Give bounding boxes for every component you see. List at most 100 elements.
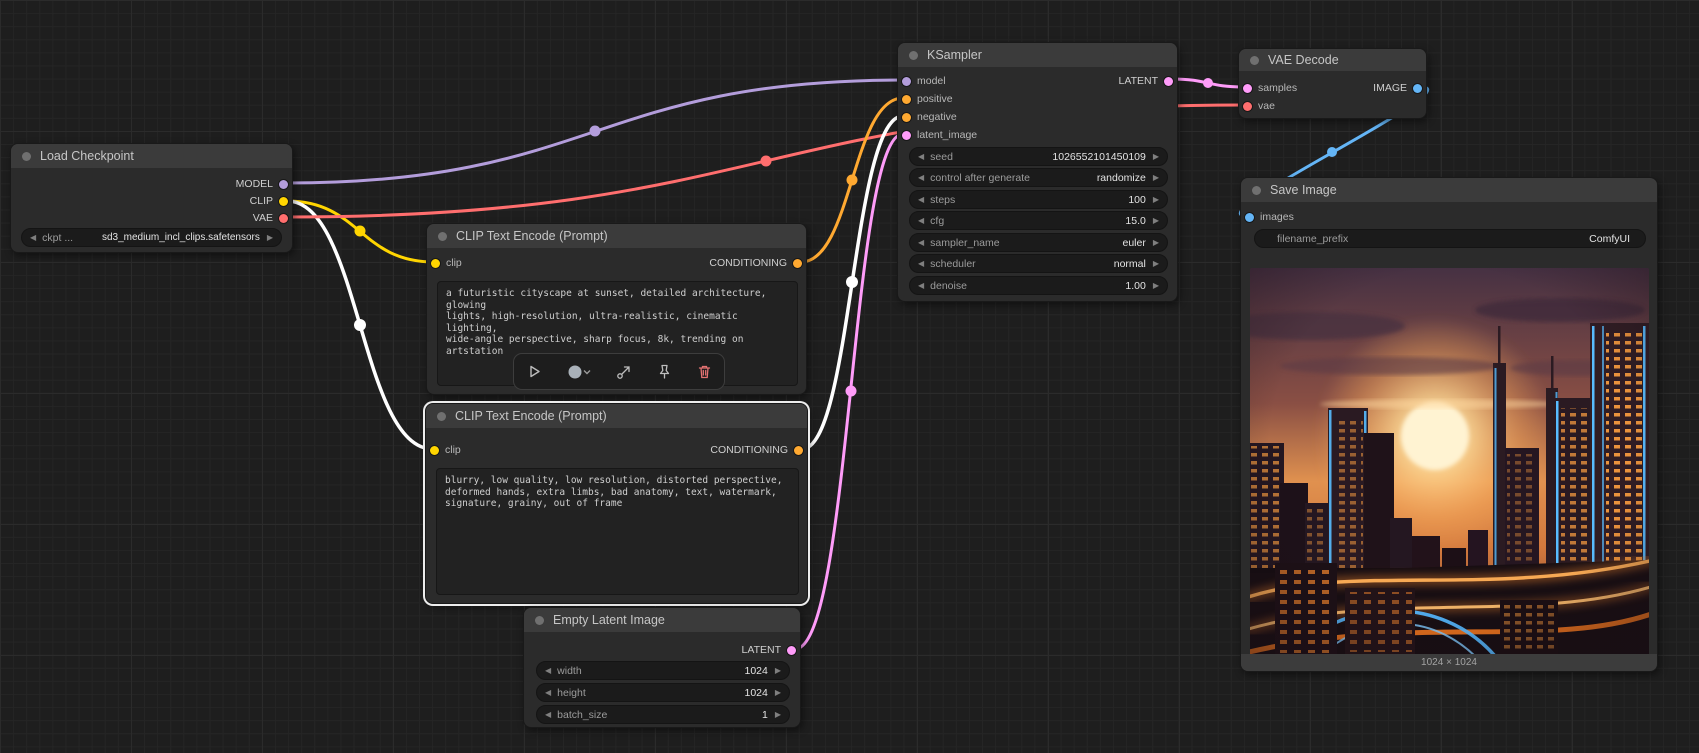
link-dot-image[interactable] <box>1327 147 1337 157</box>
clip-port-dot[interactable] <box>431 258 440 268</box>
link-dot-clip-positive[interactable] <box>354 225 366 237</box>
increment-arrow-icon[interactable] <box>775 689 781 697</box>
collapse-dot-icon[interactable] <box>1252 185 1261 195</box>
input-clip[interactable]: clip <box>431 257 462 269</box>
collapse-dot-icon[interactable] <box>909 50 918 60</box>
decrement-arrow-icon[interactable] <box>918 153 924 161</box>
batch-size-widget[interactable]: batch_size 1 <box>536 705 790 724</box>
link-dot-conditioning-positive[interactable] <box>846 174 858 186</box>
conditioning-port-dot[interactable] <box>902 112 911 122</box>
output-conditioning[interactable]: CONDITIONING <box>709 257 802 269</box>
pin-node-button[interactable] <box>657 364 672 380</box>
input-vae[interactable]: vae <box>1243 100 1275 112</box>
input-clip[interactable]: clip <box>430 444 461 456</box>
node-header[interactable]: CLIP Text Encode (Prompt) <box>426 404 807 428</box>
negative-prompt-textarea[interactable]: blurry, low quality, low resolution, dis… <box>436 468 799 595</box>
latent-port-dot[interactable] <box>787 645 796 655</box>
node-clip-text-encode-negative[interactable]: CLIP Text Encode (Prompt) clip CONDITION… <box>425 403 808 604</box>
node-load-checkpoint[interactable]: Load Checkpoint MODEL CLIP VAE ckpt ... … <box>10 143 293 253</box>
conditioning-port-dot[interactable] <box>794 445 803 455</box>
node-header[interactable]: KSampler <box>898 43 1177 67</box>
model-port-dot[interactable] <box>902 76 911 86</box>
node-color-button[interactable] <box>567 364 591 380</box>
decrement-arrow-icon[interactable] <box>545 667 551 675</box>
output-vae[interactable]: VAE <box>253 212 288 224</box>
link-dot-model[interactable] <box>589 125 601 137</box>
increment-arrow-icon[interactable] <box>1153 153 1159 161</box>
output-latent[interactable]: LATENT <box>742 644 796 656</box>
decrement-arrow-icon[interactable] <box>545 689 551 697</box>
link-dot-latent[interactable] <box>845 385 857 397</box>
increment-arrow-icon[interactable] <box>775 711 781 719</box>
output-clip[interactable]: CLIP <box>250 195 288 207</box>
vae-port-dot[interactable] <box>1243 101 1252 111</box>
run-node-button[interactable] <box>527 364 542 379</box>
link-dot-clip-negative[interactable] <box>354 319 366 331</box>
input-images[interactable]: images <box>1245 211 1294 223</box>
filename-prefix-widget[interactable]: filename_prefix ComfyUI <box>1254 229 1646 248</box>
scheduler-widget[interactable]: scheduler normal <box>909 254 1168 273</box>
decrement-arrow-icon[interactable] <box>918 260 924 268</box>
clip-port-dot[interactable] <box>430 445 439 455</box>
link-dot-vae[interactable] <box>760 155 772 167</box>
input-model[interactable]: model <box>902 75 946 87</box>
increment-arrow-icon[interactable] <box>1153 174 1159 182</box>
input-samples[interactable]: samples <box>1243 82 1297 94</box>
decrement-arrow-icon[interactable] <box>918 174 924 182</box>
node-ksampler[interactable]: KSampler model positive negative latent_… <box>897 42 1178 302</box>
graph-canvas[interactable]: Load Checkpoint MODEL CLIP VAE ckpt ... … <box>0 0 1699 753</box>
node-header[interactable]: Empty Latent Image <box>524 608 800 632</box>
node-header[interactable]: Save Image <box>1241 178 1657 202</box>
decrement-arrow-icon[interactable] <box>30 234 36 242</box>
ckpt-name-widget[interactable]: ckpt ... sd3_medium_incl_clips.safetenso… <box>21 228 282 247</box>
node-header[interactable]: VAE Decode <box>1239 49 1426 71</box>
increment-arrow-icon[interactable] <box>1153 260 1159 268</box>
clip-port-dot[interactable] <box>279 196 288 206</box>
collapse-dot-icon[interactable] <box>1250 55 1259 65</box>
bypass-node-button[interactable] <box>616 364 632 380</box>
image-port-dot[interactable] <box>1245 212 1254 222</box>
increment-arrow-icon[interactable] <box>267 234 273 242</box>
seed-widget[interactable]: seed 1026552101450109 <box>909 147 1168 166</box>
collapse-dot-icon[interactable] <box>22 151 31 161</box>
node-header[interactable]: Load Checkpoint <box>11 144 292 168</box>
conditioning-port-dot[interactable] <box>793 258 802 268</box>
node-empty-latent-image[interactable]: Empty Latent Image LATENT width 1024 hei… <box>523 607 801 728</box>
width-widget[interactable]: width 1024 <box>536 661 790 680</box>
output-conditioning[interactable]: CONDITIONING <box>710 444 803 456</box>
decrement-arrow-icon[interactable] <box>918 282 924 290</box>
latent-port-dot[interactable] <box>1243 83 1252 93</box>
input-negative[interactable]: negative <box>902 111 957 123</box>
link-dot-conditioning-negative[interactable] <box>846 276 858 288</box>
link-dot-latent-out[interactable] <box>1203 78 1213 88</box>
latent-port-dot[interactable] <box>902 130 911 140</box>
denoise-widget[interactable]: denoise 1.00 <box>909 276 1168 295</box>
increment-arrow-icon[interactable] <box>1153 217 1159 225</box>
increment-arrow-icon[interactable] <box>775 667 781 675</box>
sampler-name-widget[interactable]: sampler_name euler <box>909 233 1168 252</box>
control-after-generate-widget[interactable]: control after generate randomize <box>909 168 1168 187</box>
output-model[interactable]: MODEL <box>236 178 288 190</box>
node-vae-decode[interactable]: VAE Decode samples vae IMAGE <box>1238 48 1427 119</box>
steps-widget[interactable]: steps 100 <box>909 190 1168 209</box>
decrement-arrow-icon[interactable] <box>918 239 924 247</box>
decrement-arrow-icon[interactable] <box>918 196 924 204</box>
collapse-dot-icon[interactable] <box>437 411 446 421</box>
conditioning-port-dot[interactable] <box>902 94 911 104</box>
input-latent-image[interactable]: latent_image <box>902 129 977 141</box>
height-widget[interactable]: height 1024 <box>536 683 790 702</box>
collapse-dot-icon[interactable] <box>438 231 447 241</box>
output-image[interactable]: IMAGE <box>1373 82 1422 94</box>
increment-arrow-icon[interactable] <box>1153 239 1159 247</box>
increment-arrow-icon[interactable] <box>1153 196 1159 204</box>
increment-arrow-icon[interactable] <box>1153 282 1159 290</box>
model-port-dot[interactable] <box>279 179 288 189</box>
image-port-dot[interactable] <box>1413 83 1422 93</box>
latent-port-dot[interactable] <box>1164 76 1173 86</box>
decrement-arrow-icon[interactable] <box>545 711 551 719</box>
decrement-arrow-icon[interactable] <box>918 217 924 225</box>
cfg-widget[interactable]: cfg 15.0 <box>909 211 1168 230</box>
node-header[interactable]: CLIP Text Encode (Prompt) <box>427 224 806 248</box>
delete-node-button[interactable] <box>697 364 712 380</box>
vae-port-dot[interactable] <box>279 213 288 223</box>
